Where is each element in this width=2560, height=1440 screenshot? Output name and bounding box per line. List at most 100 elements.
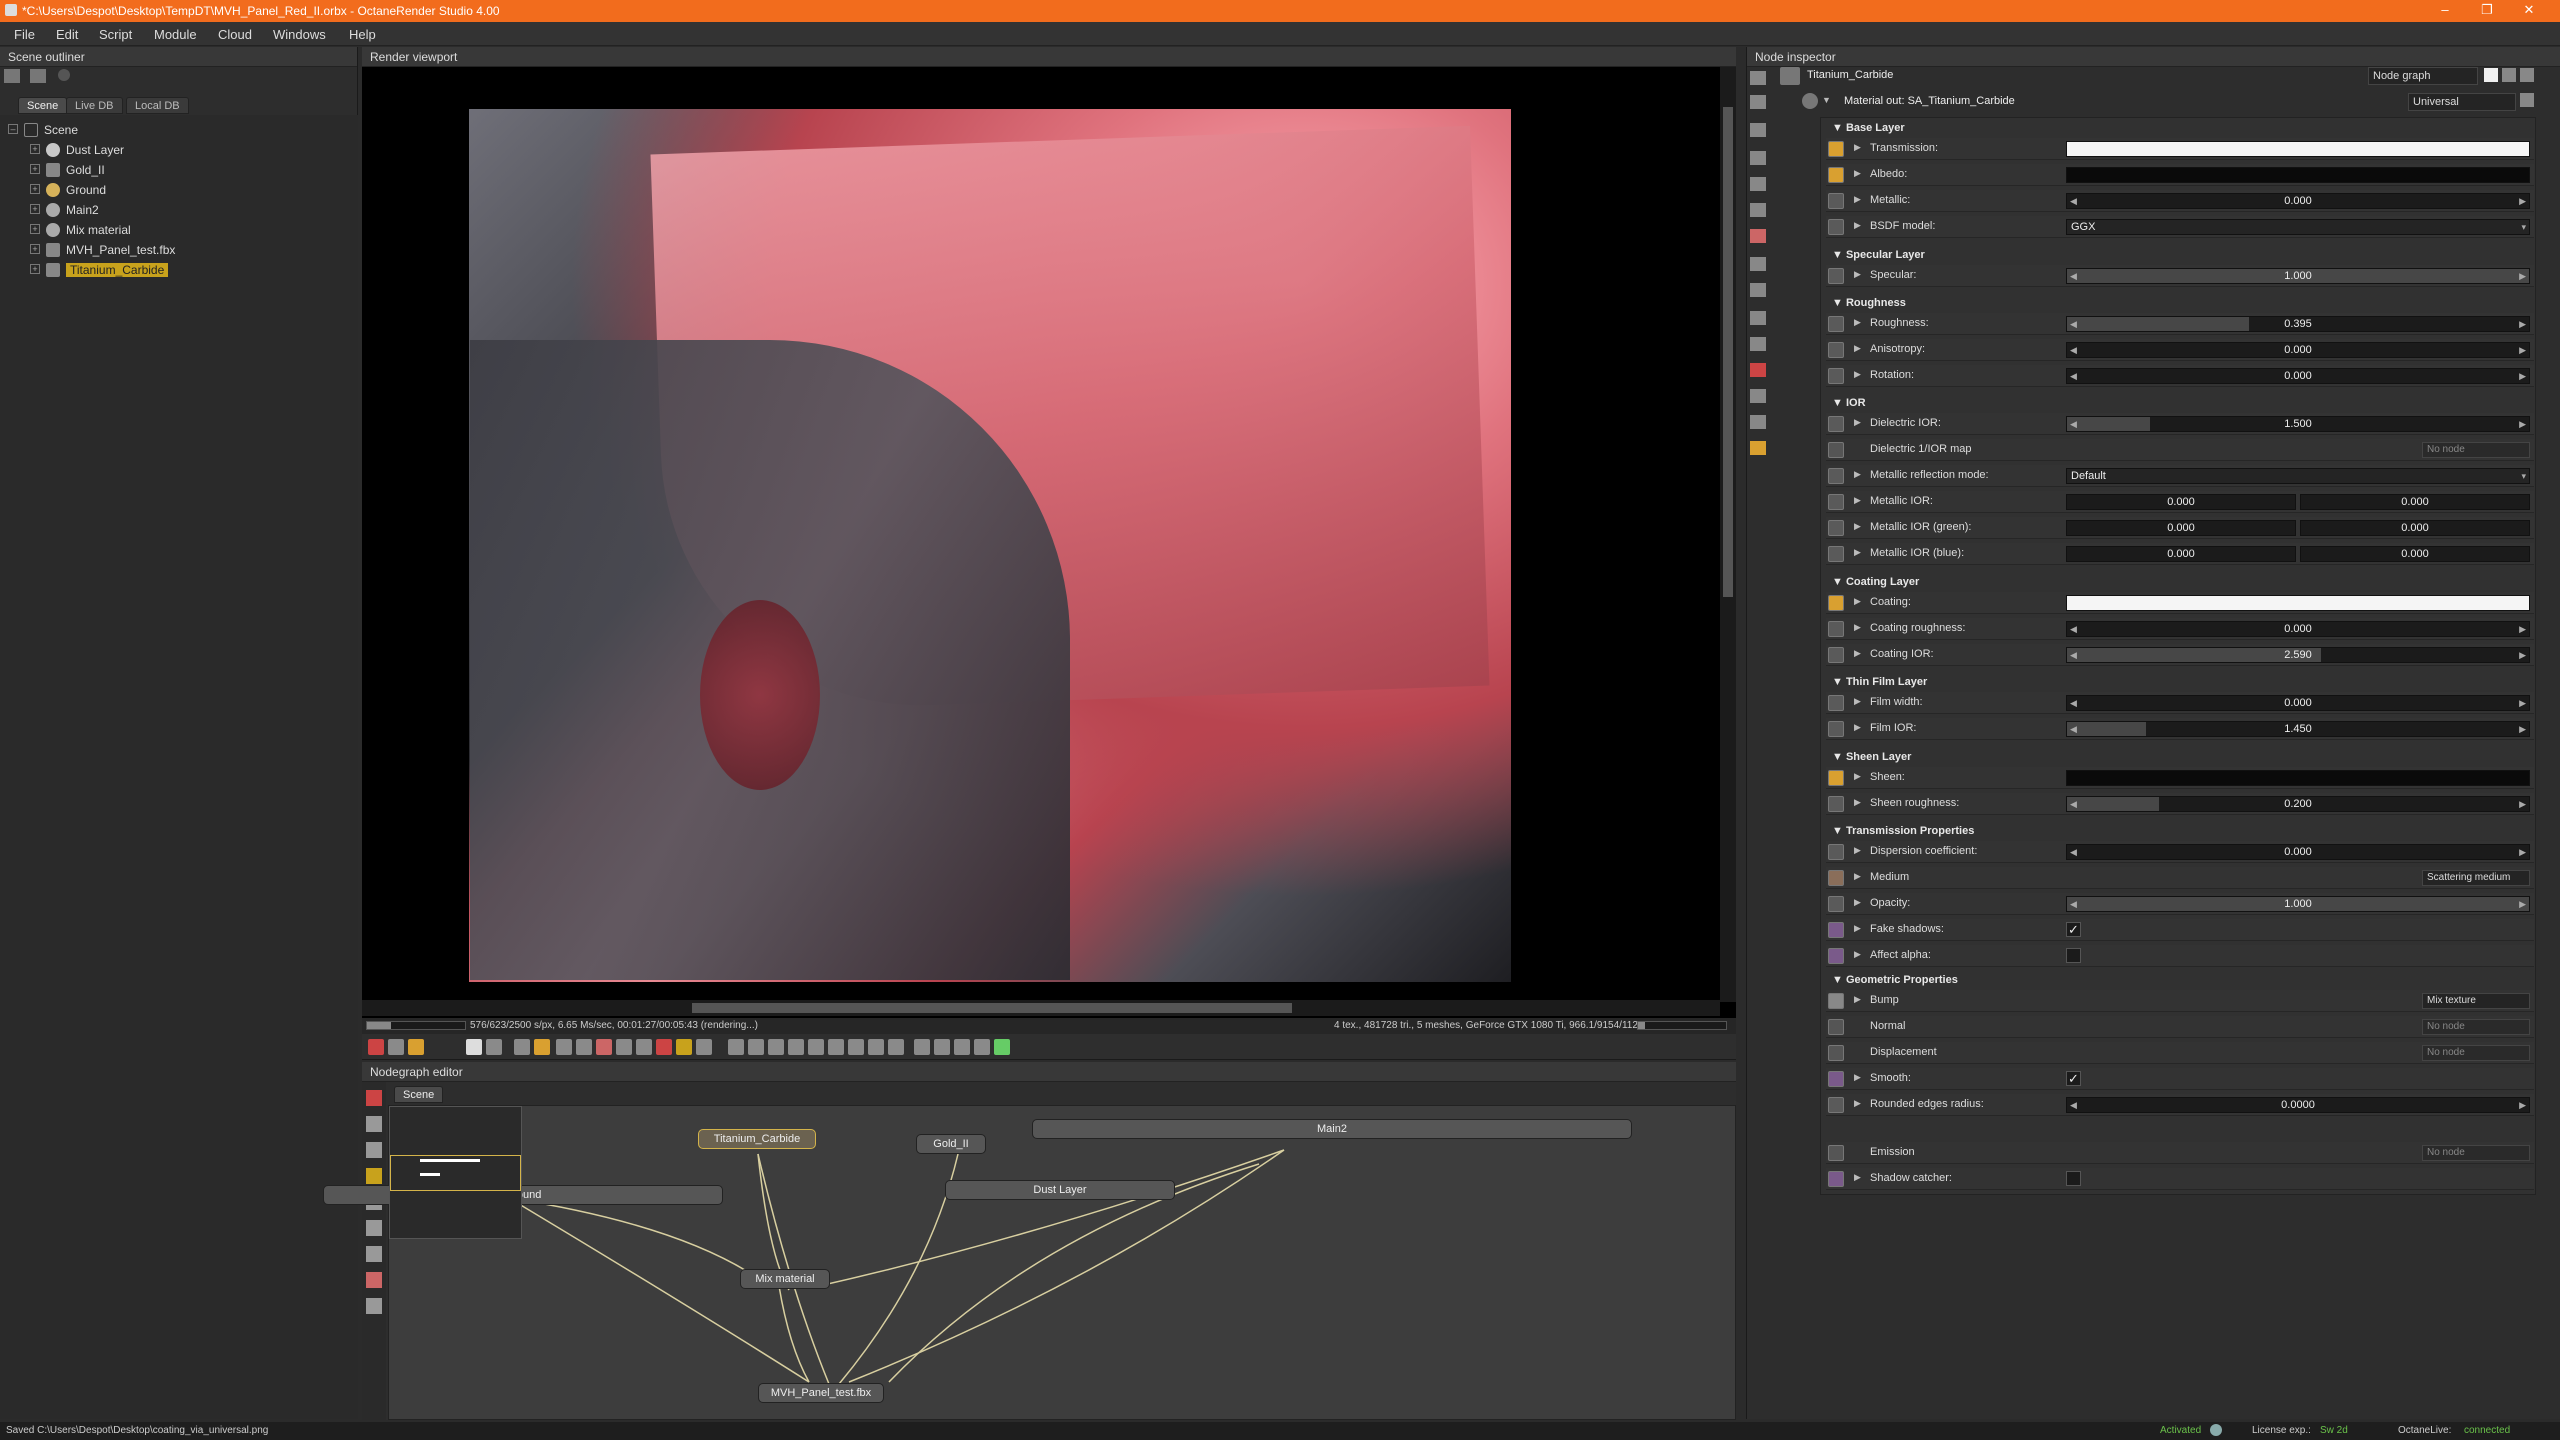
row-emission[interactable]: Emission No node bbox=[1826, 1142, 2534, 1164]
texture-pin-icon[interactable] bbox=[1828, 141, 1844, 157]
material-picker-icon[interactable] bbox=[808, 1039, 824, 1055]
texture-pin-icon[interactable] bbox=[1828, 922, 1844, 938]
viewport-vertical-scrollbar[interactable] bbox=[1720, 67, 1736, 1002]
section-specular-layer[interactable]: ▼ Specular Layer bbox=[1832, 249, 1925, 261]
roughness-slider[interactable]: ◀ 0.395 ▶ bbox=[2066, 316, 2530, 332]
inspector-tool-icon[interactable] bbox=[1750, 389, 1766, 403]
row-metallic-reflection-mode[interactable]: ▶ Metallic reflection mode: Default ▾ bbox=[1826, 465, 2534, 487]
emission-picker[interactable]: No node bbox=[2422, 1145, 2530, 1161]
row-metallic[interactable]: ▶ Metallic: ◀ 0.000 ▶ bbox=[1826, 190, 2534, 212]
gizmo-icon[interactable] bbox=[828, 1039, 844, 1055]
row-shadow-catcher[interactable]: ▶ Shadow catcher: bbox=[1826, 1168, 2534, 1190]
node-layout-icon[interactable] bbox=[366, 1142, 382, 1158]
dispersion-slider[interactable]: ◀ 0.000 ▶ bbox=[2066, 844, 2530, 860]
smooth-checkbox[interactable]: ✓ bbox=[2066, 1071, 2081, 1086]
rotate-icon[interactable] bbox=[954, 1039, 970, 1055]
fake-shadows-checkbox[interactable]: ✓ bbox=[2066, 922, 2081, 937]
inspector-tool-icon[interactable] bbox=[1750, 177, 1766, 191]
sheen-roughness-slider[interactable]: ◀ 0.200 ▶ bbox=[2066, 796, 2530, 812]
inspector-tool-icon[interactable] bbox=[1750, 257, 1766, 271]
texture-pin-icon[interactable] bbox=[1828, 647, 1844, 663]
row-film-width[interactable]: ▶ Film width: ◀ 0.000 ▶ bbox=[1826, 692, 2534, 714]
scale-icon[interactable] bbox=[974, 1039, 990, 1055]
row-sheen-roughness[interactable]: ▶ Sheen roughness: ◀ 0.200 ▶ bbox=[1826, 793, 2534, 815]
section-ior[interactable]: ▼ IOR bbox=[1832, 397, 1866, 409]
refresh-icon[interactable] bbox=[58, 69, 70, 81]
row-rounded-edges[interactable]: ▶ Rounded edges radius: ◀ 0.0000 ▶ bbox=[1826, 1094, 2534, 1116]
view-mode-dropdown[interactable]: Node graph bbox=[2368, 67, 2478, 85]
section-transmission-properties[interactable]: ▼ Transmission Properties bbox=[1832, 825, 1974, 837]
start-render-icon[interactable] bbox=[534, 1039, 550, 1055]
row-coating-roughness[interactable]: ▶ Coating roughness: ◀ 0.000 ▶ bbox=[1826, 618, 2534, 640]
menu-cloud[interactable]: Cloud bbox=[218, 27, 252, 42]
texture-pin-icon[interactable] bbox=[1828, 546, 1844, 562]
metallic-ior-green-field-2[interactable]: 0.000 bbox=[2300, 520, 2530, 536]
texture-pin-icon[interactable] bbox=[1828, 844, 1844, 860]
texture-pin-icon[interactable] bbox=[1828, 1045, 1844, 1061]
texture-pin-icon[interactable] bbox=[1828, 796, 1844, 812]
dielectric-map-picker[interactable]: No node bbox=[2422, 442, 2530, 458]
film-width-slider[interactable]: ◀ 0.000 ▶ bbox=[2066, 695, 2530, 711]
inspector-tool-icon[interactable] bbox=[1750, 363, 1766, 377]
row-fake-shadows[interactable]: ▶ Fake shadows: ✓ bbox=[1826, 919, 2534, 941]
pause-icon[interactable] bbox=[514, 1039, 530, 1055]
row-coating[interactable]: ▶ Coating: bbox=[1826, 592, 2534, 614]
decal-icon[interactable] bbox=[696, 1039, 712, 1055]
medium-picker[interactable]: Scattering medium bbox=[2422, 870, 2530, 886]
tab-local-db[interactable]: Local DB bbox=[126, 97, 189, 114]
link-icon[interactable] bbox=[2520, 68, 2534, 82]
restart-icon[interactable] bbox=[486, 1039, 502, 1055]
row-affect-alpha[interactable]: ▶ Affect alpha: bbox=[1826, 945, 2534, 967]
texture-pin-icon[interactable] bbox=[1828, 595, 1844, 611]
row-bsdf-model[interactable]: ▶ BSDF model: GGX ▾ bbox=[1826, 216, 2534, 238]
inspector-tool-icon[interactable] bbox=[1750, 311, 1766, 325]
node-grid-icon[interactable] bbox=[366, 1298, 382, 1314]
camera-reset-icon[interactable] bbox=[388, 1039, 404, 1055]
inspector-tool-icon[interactable] bbox=[1750, 203, 1766, 217]
row-dielectric-map[interactable]: Dielectric 1/IOR map No node bbox=[1826, 439, 2534, 461]
menu-help[interactable]: Help bbox=[349, 27, 376, 42]
displacement-picker[interactable]: No node bbox=[2422, 1045, 2530, 1061]
zoom-icon[interactable] bbox=[728, 1039, 744, 1055]
node-texture-icon[interactable] bbox=[366, 1220, 382, 1236]
node-render-target-icon[interactable] bbox=[366, 1272, 382, 1288]
texture-pin-icon[interactable] bbox=[1828, 721, 1844, 737]
opacity-slider[interactable]: ◀ 1.000 ▶ bbox=[2066, 896, 2530, 912]
albedo-color[interactable] bbox=[2066, 167, 2530, 183]
row-smooth[interactable]: ▶ Smooth: ✓ bbox=[1826, 1068, 2534, 1090]
row-bump[interactable]: ▶ Bump Mix texture bbox=[1826, 990, 2534, 1012]
node-geometry-icon[interactable] bbox=[366, 1246, 382, 1262]
section-base-layer[interactable]: ▼ Base Layer bbox=[1832, 122, 1905, 134]
section-sheen-layer[interactable]: ▼ Sheen Layer bbox=[1832, 751, 1911, 763]
collapse-all-icon[interactable] bbox=[30, 69, 46, 83]
move-icon[interactable] bbox=[934, 1039, 950, 1055]
texture-pin-icon[interactable] bbox=[1828, 342, 1844, 358]
row-anisotropy[interactable]: ▶ Anisotropy: ◀ 0.000 ▶ bbox=[1826, 339, 2534, 361]
nodegraph-tab-scene[interactable]: Scene bbox=[394, 1086, 444, 1103]
nodegraph-minimap[interactable] bbox=[389, 1106, 522, 1239]
metallic-ior-green-field-1[interactable]: 0.000 bbox=[2066, 520, 2296, 536]
row-specular[interactable]: ▶ Specular: ◀ 1.000 ▶ bbox=[1826, 265, 2534, 287]
texture-pin-icon[interactable] bbox=[1828, 520, 1844, 536]
color-swatch-icon[interactable] bbox=[2484, 68, 2498, 82]
region-render-icon[interactable] bbox=[576, 1039, 592, 1055]
node-mvh-panel-fbx[interactable]: MVH_Panel_test.fbx bbox=[758, 1383, 884, 1403]
object-space-icon[interactable] bbox=[888, 1039, 904, 1055]
normal-picker[interactable]: No node bbox=[2422, 1019, 2530, 1035]
bump-picker[interactable]: Mix texture bbox=[2422, 993, 2530, 1009]
rounded-edges-slider[interactable]: ◀ 0.0000 ▶ bbox=[2066, 1097, 2530, 1113]
tab-live-db[interactable]: Live DB bbox=[66, 97, 123, 114]
row-sheen[interactable]: ▶ Sheen: bbox=[1826, 767, 2534, 789]
node-titanium-carbide[interactable]: Titanium_Carbide bbox=[698, 1129, 816, 1149]
axis-gizmo-icon[interactable] bbox=[994, 1039, 1010, 1055]
object-picker-icon[interactable] bbox=[788, 1039, 804, 1055]
section-geometric-properties[interactable]: ▼ Geometric Properties bbox=[1832, 974, 1958, 986]
inspector-tool-icon[interactable] bbox=[1750, 123, 1766, 137]
texture-pin-icon[interactable] bbox=[1828, 442, 1844, 458]
texture-pin-icon[interactable] bbox=[1828, 621, 1844, 637]
texture-pin-icon[interactable] bbox=[1828, 1171, 1844, 1187]
row-metallic-ior-blue[interactable]: ▶ Metallic IOR (blue): 0.000 0.000 bbox=[1826, 543, 2534, 565]
box-select-icon[interactable] bbox=[914, 1039, 930, 1055]
tab-scene[interactable]: Scene bbox=[18, 97, 68, 114]
node-gold-ii[interactable]: Gold_II bbox=[916, 1134, 986, 1154]
